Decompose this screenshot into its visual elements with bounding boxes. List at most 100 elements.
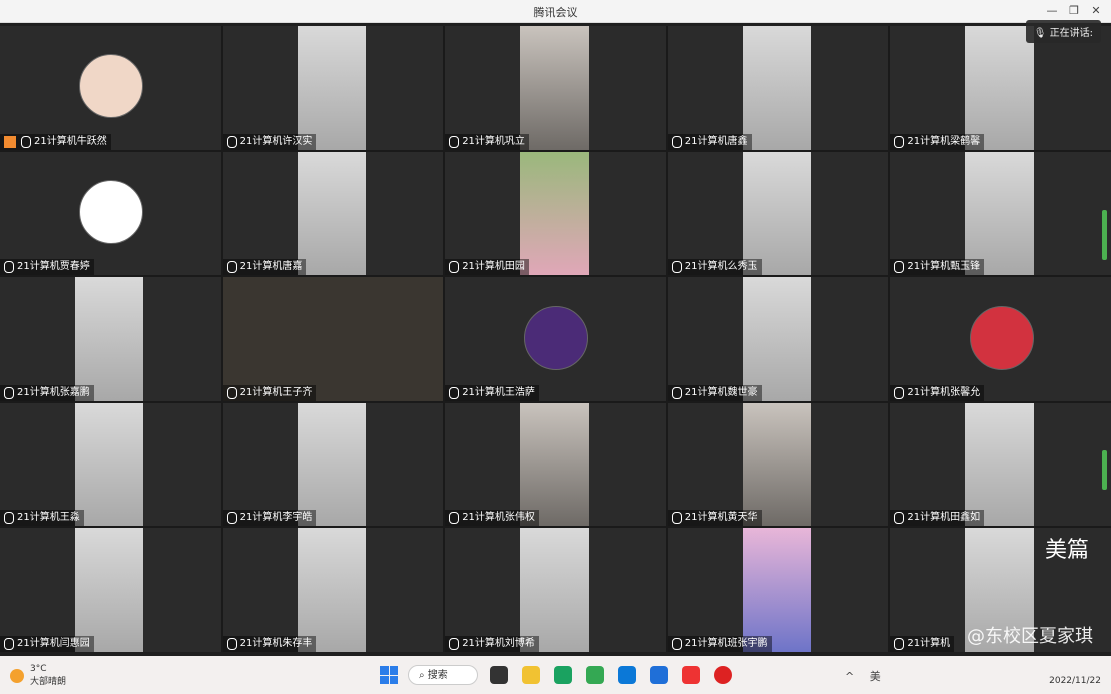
mic-icon: [671, 637, 682, 650]
participant-tile[interactable]: 21计算机黄天华: [667, 402, 889, 527]
close-icon[interactable]: ✕: [1085, 3, 1107, 19]
participant-nameplate: 21计算机: [890, 635, 955, 652]
participant-tile[interactable]: 21计算机王子齐: [222, 277, 444, 401]
participant-tile[interactable]: 21计算机张馨允: [890, 277, 1111, 401]
avatar: [969, 305, 1034, 370]
mic-icon: [449, 512, 460, 525]
mic-icon: [449, 386, 460, 399]
mic-icon: [894, 386, 905, 399]
video-feed: [520, 26, 589, 150]
tencent-meeting-icon[interactable]: [650, 666, 668, 684]
netease-music-icon[interactable]: [714, 666, 732, 684]
participant-nameplate: 21计算机黄天华: [667, 510, 762, 527]
mic-icon: [449, 135, 460, 148]
mic-icon: [4, 386, 14, 399]
participant-tile[interactable]: 21计算机王淼: [0, 402, 221, 527]
mic-icon: [894, 637, 905, 650]
edge-icon[interactable]: [618, 666, 636, 684]
participant-nameplate: 21计算机班张宇鹏: [667, 635, 772, 652]
participant-name: 21计算机巩立: [462, 135, 525, 147]
participant-tile[interactable]: 21计算机班张宇鹏: [667, 528, 889, 652]
participant-tile[interactable]: 21计算机许汉实: [222, 26, 444, 150]
participant-tile[interactable]: 21计算机朱存丰: [222, 528, 444, 652]
scrollbar[interactable]: [1102, 210, 1107, 260]
participant-name: 21计算机甄玉锋: [907, 261, 981, 273]
participant-nameplate: 21计算机梁鹤馨: [890, 133, 985, 150]
participant-name: 21计算机: [907, 637, 951, 649]
app-icon[interactable]: [682, 666, 700, 684]
participant-tile[interactable]: 21计算机唐嘉: [222, 151, 444, 276]
participant-tile[interactable]: 21计算机梁鹤馨: [890, 26, 1111, 150]
video-feed: [742, 26, 812, 150]
mic-icon: [671, 261, 682, 274]
participant-tile[interactable]: 21计算机王浩萨: [445, 277, 666, 401]
speaking-label: 正在讲话:: [1049, 28, 1093, 39]
participant-tile[interactable]: 21计算机刘博希: [445, 528, 666, 652]
participant-nameplate: 21计算机魏世豪: [667, 384, 762, 401]
video-feed: [297, 151, 366, 276]
participant-tile[interactable]: 21计算机张嘉鹏: [0, 277, 221, 401]
participant-tile[interactable]: 21计算机田园: [445, 151, 666, 276]
participant-nameplate: 21计算机刘博希: [445, 635, 539, 652]
video-feed: [75, 277, 144, 401]
video-grid: 21计算机牛跃然 21计算机许汉实 21计算机巩立 21计算机唐鑫 21计算机梁鹤馨 21…: [0, 26, 1111, 652]
mic-icon: [894, 512, 905, 525]
participant-nameplate: 21计算机牛跃然: [0, 133, 111, 150]
participant-nameplate: 21计算机王子齐: [222, 384, 317, 401]
participant-name: 21计算机黄天华: [684, 512, 758, 524]
video-feed: [742, 528, 812, 652]
system-tray[interactable]: ^ 美: [845, 668, 887, 684]
browser-icon[interactable]: [554, 666, 572, 684]
participant-name: 21计算机班张宇鹏: [684, 637, 768, 649]
participant-name: 21计算机牛跃然: [34, 135, 107, 147]
watermark-logo: 美篇: [1044, 538, 1089, 563]
taskbar-search[interactable]: ⌕ 搜索: [408, 665, 478, 685]
participant-name: 21计算机朱存丰: [239, 637, 313, 649]
participant-tile[interactable]: 21计算机甄玉锋: [890, 151, 1111, 276]
participant-tile[interactable]: 21计算机唐鑫: [667, 26, 889, 150]
participant-tile[interactable]: 21计算机田鑫如: [890, 402, 1111, 527]
mic-icon: [226, 512, 237, 525]
task-view-icon[interactable]: [490, 666, 508, 684]
participant-nameplate: 21计算机巩立: [445, 133, 529, 150]
participant-name: 21计算机张伟权: [462, 512, 535, 524]
participant-nameplate: 21计算机张嘉鹏: [0, 384, 94, 401]
window-title: 腾讯会议: [533, 6, 578, 19]
participant-tile[interactable]: 21计算机贾春婷: [0, 151, 221, 276]
watermark-text: @东校区夏家琪: [967, 626, 1093, 647]
weather-widget[interactable]: 3°C 大部晴朗: [10, 664, 66, 687]
participant-tile[interactable]: 21计算机魏世豪: [667, 277, 889, 401]
taskbar: 3°C 大部晴朗 ⌕ 搜索 ^ 美 2022/11/22: [0, 656, 1111, 694]
scrollbar-secondary[interactable]: [1102, 450, 1107, 490]
participant-tile[interactable]: 21计算机张伟权: [445, 402, 666, 527]
play-icon[interactable]: [586, 666, 604, 684]
avatar: [79, 54, 144, 119]
participant-nameplate: 21计算机么秀玉: [667, 259, 762, 276]
participant-nameplate: 21计算机贾春婷: [0, 259, 94, 276]
video-feed: [965, 402, 1034, 527]
mic-icon: [894, 261, 905, 274]
participant-name: 21计算机魏世豪: [684, 386, 758, 398]
video-feed: [742, 151, 812, 276]
file-explorer-icon[interactable]: [522, 666, 540, 684]
clock[interactable]: 2022/11/22: [1049, 662, 1101, 688]
participant-nameplate: 21计算机朱存丰: [222, 635, 317, 652]
participant-tile[interactable]: 21计算机牛跃然: [0, 26, 221, 150]
windows-start-icon[interactable]: [380, 666, 398, 684]
participant-tile[interactable]: 21计算机巩立: [445, 26, 666, 150]
participant-tile[interactable]: 21计算机么秀玉: [667, 151, 889, 276]
participant-name: 21计算机李宇皓: [239, 512, 313, 524]
participant-nameplate: 21计算机田鑫如: [890, 510, 985, 527]
weather-desc: 大部晴朗: [30, 677, 67, 687]
mic-icon: [449, 637, 460, 650]
participant-nameplate: 21计算机唐鑫: [667, 133, 752, 150]
participant-tile[interactable]: 21计算机李宇皓: [222, 402, 444, 527]
video-feed: [965, 26, 1034, 150]
minimize-icon[interactable]: —: [1041, 3, 1063, 19]
mic-icon: [449, 261, 460, 274]
participant-name: 21计算机王淼: [17, 512, 80, 524]
video-feed: [297, 402, 366, 527]
restore-icon[interactable]: ❐: [1063, 3, 1085, 19]
video-feed: [742, 277, 812, 401]
participant-tile[interactable]: 21计算机闫惠园: [0, 528, 221, 652]
